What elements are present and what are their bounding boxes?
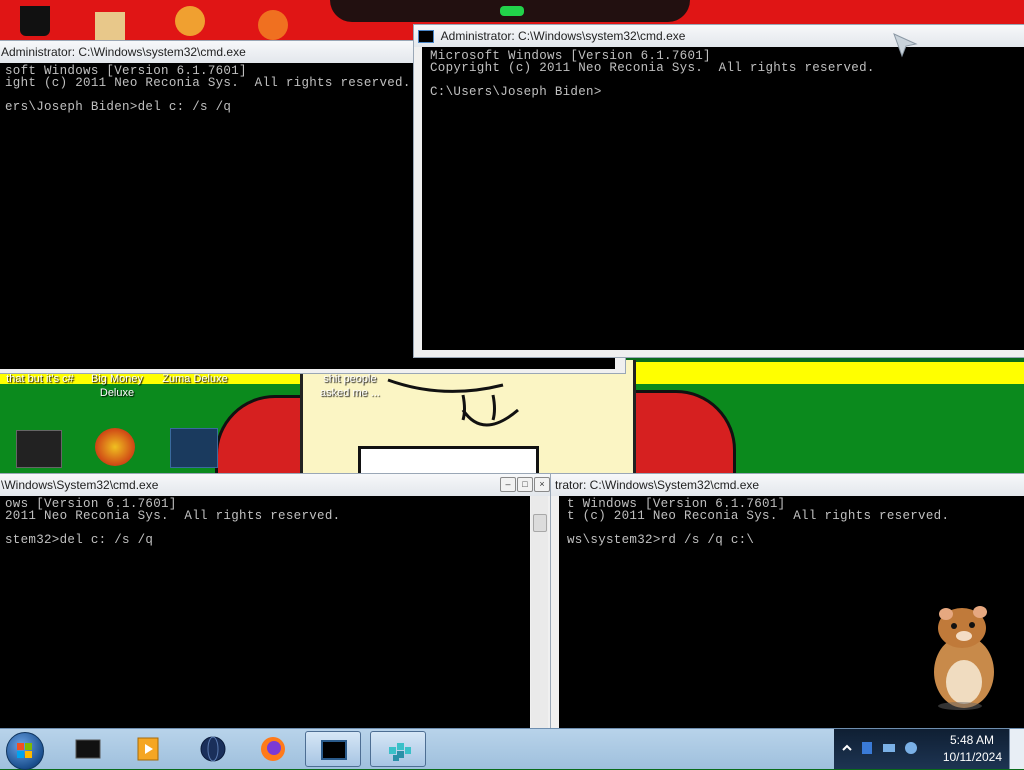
zuma-icon[interactable]	[170, 428, 218, 468]
mouse-cursor-icon	[893, 33, 918, 58]
window-title-bar[interactable]: trator: C:\Windows\System32\cmd.exe	[551, 474, 1024, 496]
cmd-icon	[321, 740, 347, 760]
console-output[interactable]: ows [Version 6.1.7601] 2011 Neo Reconia S…	[0, 496, 530, 732]
taskbar-item-cmd[interactable]	[305, 731, 361, 767]
cmd-icon	[418, 30, 434, 44]
maximize-button[interactable]: □	[517, 477, 533, 492]
taskbar-item-media-player[interactable]	[120, 731, 176, 767]
hamster-image	[934, 606, 994, 710]
terminal-shortcut-icon[interactable]	[16, 430, 62, 468]
window-title: Administrator: C:\Windows\system32\cmd.e…	[1, 45, 246, 59]
close-button[interactable]: ×	[534, 477, 550, 492]
network-blocks-icon	[389, 743, 411, 761]
console-line: stem32>del c: /s /q	[5, 533, 154, 547]
desktop-icon-label-zuma[interactable]: Zuma Deluxe	[155, 372, 235, 386]
window-title: trator: C:\Windows\System32\cmd.exe	[555, 478, 760, 492]
taskbar: 5:48 AM 10/11/2024	[0, 728, 1024, 770]
taskbar-item-terminal[interactable]	[60, 731, 116, 767]
big-money-icon[interactable]	[95, 428, 135, 466]
taskbar-item-firefox[interactable]	[245, 731, 301, 767]
globe-icon	[200, 736, 226, 762]
firefox-icon	[261, 737, 285, 761]
minimize-button[interactable]: –	[500, 477, 516, 492]
game-icon[interactable]	[175, 6, 205, 36]
window-title-bar[interactable]: \Windows\System32\cmd.exe – □ ×	[0, 474, 553, 496]
console-output[interactable]: Microsoft Windows [Version 6.1.7601] Copy…	[422, 47, 1024, 350]
cmd-window-top-right[interactable]: Administrator: C:\Windows\system32\cmd.e…	[413, 24, 1024, 358]
system-tray: 5:48 AM 10/11/2024	[834, 729, 1024, 769]
trash-icon[interactable]	[20, 6, 50, 36]
volume-icon[interactable]	[904, 741, 918, 755]
desktop-icon-label-csharp[interactable]: that but it's c#	[0, 372, 80, 386]
app-icon[interactable]	[258, 10, 288, 40]
media-player-icon	[137, 737, 159, 761]
terminal-app-icon	[75, 739, 101, 759]
window-title: \Windows\System32\cmd.exe	[1, 478, 159, 492]
console-line: Copyright (c) 2011 Neo Reconia Sys. All …	[430, 61, 875, 75]
desktop-icon-label-text-file[interactable]: shit people asked me ...	[312, 372, 388, 400]
clock-time[interactable]: 5:48 AM	[950, 733, 994, 747]
network-icon[interactable]	[882, 741, 896, 755]
clock-date[interactable]: 10/11/2024	[943, 750, 1002, 764]
console-line: t (c) 2011 Neo Reconia Sys. All rights r…	[567, 509, 950, 523]
console-line: 2011 Neo Reconia Sys. All rights reserve…	[5, 509, 341, 523]
console-line: C:\Users\Joseph Biden>	[430, 85, 602, 99]
window-title: Administrator: C:\Windows\system32\cmd.e…	[440, 29, 686, 43]
wallpaper-green-mark	[500, 6, 524, 16]
action-center-icon[interactable]	[860, 741, 874, 755]
console-line: ws\system32>rd /s /q c:\	[567, 533, 755, 547]
taskbar-item-globe[interactable]	[185, 731, 241, 767]
show-desktop-button[interactable]	[1009, 729, 1024, 769]
taskbar-item-network[interactable]	[370, 731, 426, 767]
window-title-bar[interactable]: Administrator: C:\Windows\system32\cmd.e…	[414, 25, 1024, 47]
folder-icon[interactable]	[95, 12, 125, 42]
windows-logo-icon	[17, 743, 32, 758]
start-button[interactable]	[6, 732, 44, 770]
vertical-scrollbar[interactable]	[531, 496, 548, 732]
cmd-window-bottom-left[interactable]: \Windows\System32\cmd.exe – □ × ows [Ver…	[0, 473, 554, 733]
expand-tray-icon[interactable]	[840, 741, 854, 755]
scrollbar-thumb[interactable]	[533, 514, 547, 532]
desktop-icon-label-big-money[interactable]: Big Money Deluxe	[82, 372, 152, 400]
